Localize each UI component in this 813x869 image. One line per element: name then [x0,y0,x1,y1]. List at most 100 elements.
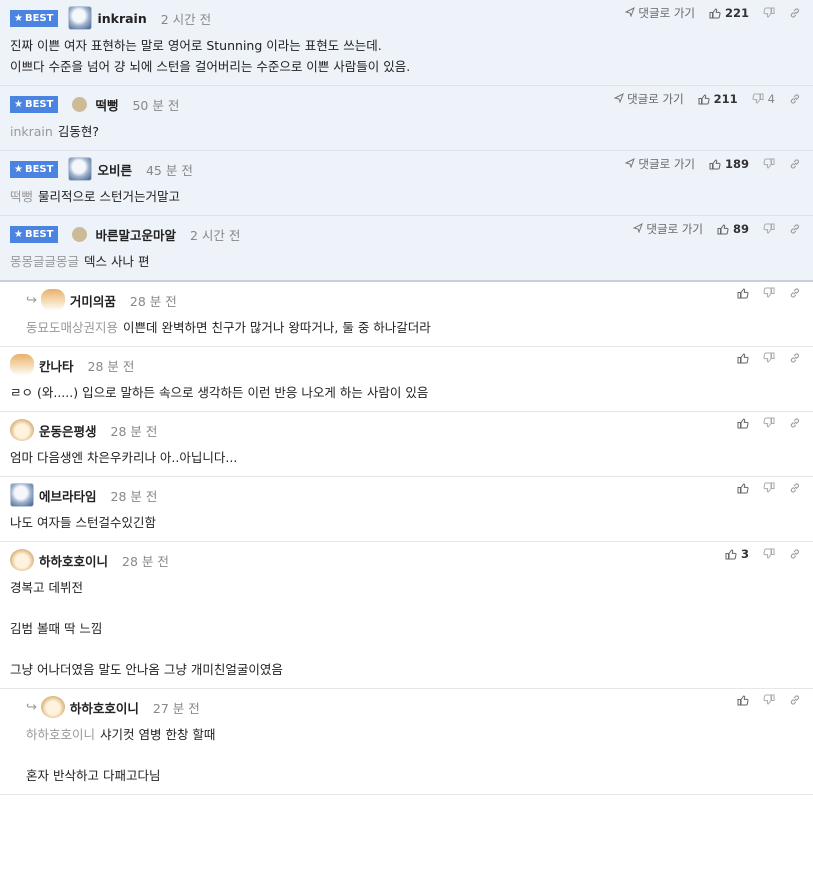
like-button[interactable]: 221 [709,6,749,20]
copy-link-button[interactable] [789,417,801,429]
comment-text: ㄹㅇ (와.....) 입으로 말하든 속으로 생각하든 이런 반응 나오게 하… [10,385,429,400]
dog-avatar[interactable] [40,696,65,718]
copy-link-button[interactable] [789,694,801,706]
user-nickname[interactable]: 하하호호이니 [70,698,139,717]
comment-line: ㄹㅇ (와.....) 입으로 말하든 속으로 생각하든 이런 반응 나오게 하… [10,382,803,403]
comment-item: 운동은평생 28 분 전 엄마 다음생엔 차은우카리나 아..아닙니다... [0,412,813,477]
copy-link-button[interactable] [789,93,801,105]
snow-avatar[interactable] [10,483,34,507]
comment-actions: 댓글로 가기 221 [624,5,801,21]
dislike-button[interactable] [763,352,775,364]
comment-time: 2 시간 전 [189,227,241,243]
comment-text: 엄마 다음생엔 차은우카리나 아..아닙니다... [10,450,238,465]
fox-avatar[interactable] [10,354,34,376]
like-count: 221 [724,6,749,20]
thumbs-up-icon [725,548,737,560]
mention-tag[interactable]: 몽몽글글몽글 [10,254,79,269]
comment-header: 칸나타 28 분 전 [10,354,803,376]
user-nickname[interactable]: 에브라타임 [39,486,97,505]
comment-header: ↪ 거미의꿈 28 분 전 [26,289,803,311]
comment-body: inkrain 김동현? [10,121,803,142]
comment-text: 진짜 이쁜 여자 표현하는 말로 영어로 Stunning 이라는 표현도 쓰는… [10,38,382,53]
like-button[interactable]: 89 [717,222,749,236]
dislike-button[interactable] [763,694,775,706]
goto-comment-link[interactable]: 댓글로 가기 [624,5,695,21]
thumbs-down-icon [763,694,775,706]
thumbs-up-icon [737,352,749,364]
thumbs-down-icon [763,7,775,19]
reply-arrow-icon: ↪ [26,699,37,715]
link-icon [789,158,801,170]
like-button[interactable] [737,287,749,299]
comment-item: 에브라타임 28 분 전 나도 여자들 스턴걸수있긴함 [0,477,813,542]
mention-tag[interactable]: 동묘도매상권지용 [26,320,118,335]
dislike-button[interactable] [763,158,775,170]
link-icon [789,548,801,560]
dislike-button[interactable] [763,287,775,299]
user-nickname[interactable]: 바른말고운마알 [95,225,176,244]
like-count: 3 [740,547,749,561]
comment-line: 김범 볼때 딱 느낌 [10,618,803,639]
dot-avatar[interactable] [72,226,88,242]
user-nickname[interactable]: 하하호호이니 [39,551,108,570]
mention-tag[interactable]: inkrain [10,124,53,139]
mention-tag[interactable]: 떡뻥 [10,189,33,204]
like-button[interactable] [737,482,749,494]
dislike-button[interactable]: 4 [752,92,775,106]
dislike-button[interactable] [763,223,775,235]
send-arrow-icon [632,222,646,236]
comment-line: 그냥 어나더였음 말도 안나옴 그냥 개미친얼굴이였음 [10,659,803,680]
best-label: BEST [24,98,54,110]
thumbs-down-icon [752,93,764,105]
thumbs-down-icon [763,482,775,494]
copy-link-button[interactable] [789,548,801,560]
like-button[interactable] [737,352,749,364]
like-button[interactable] [737,694,749,706]
thumbs-up-icon [737,694,749,706]
user-nickname[interactable]: inkrain [97,11,146,26]
dislike-button[interactable] [763,417,775,429]
goto-comment-label: 댓글로 가기 [646,222,703,236]
comment-text: 이쁜데 완벽하면 친구가 많거나 왕따거나, 둘 중 하나갈더라 [123,320,431,335]
comment-line: 하하호호이니 샤기컷 염병 한창 할때 [26,724,803,745]
thumbs-up-icon [709,7,721,19]
snow-avatar[interactable] [68,6,93,30]
star-icon: ★ [14,228,23,240]
user-nickname[interactable]: 운동은평생 [39,421,97,440]
mention-tag[interactable]: 하하호호이니 [26,727,95,742]
dislike-button[interactable] [763,482,775,494]
copy-link-button[interactable] [789,158,801,170]
comment-time: 2 시간 전 [160,11,212,27]
dog-avatar[interactable] [10,419,34,441]
thumbs-up-icon [698,93,710,105]
dislike-button[interactable] [763,7,775,19]
copy-link-button[interactable] [789,482,801,494]
dot-avatar[interactable] [72,96,88,112]
fox-avatar[interactable] [40,289,65,311]
snow-avatar[interactable] [68,157,93,181]
user-nickname[interactable]: 거미의꿈 [70,291,116,310]
comment-line: 나도 여자들 스턴걸수있긴함 [10,512,803,533]
dog-avatar[interactable] [10,549,34,571]
goto-comment-link[interactable]: 댓글로 가기 [613,91,684,107]
copy-link-button[interactable] [789,223,801,235]
dislike-button[interactable] [763,548,775,560]
like-button[interactable]: 211 [698,92,738,106]
user-nickname[interactable]: 떡뻥 [95,95,118,114]
copy-link-button[interactable] [789,287,801,299]
copy-link-button[interactable] [789,7,801,19]
goto-comment-link[interactable]: 댓글로 가기 [632,221,703,237]
user-nickname[interactable]: 칸나타 [39,356,74,375]
link-icon [789,417,801,429]
comment-line: 이쁘다 수준을 넘어 걍 뇌에 스턴을 걸어버리는 수준으로 이쁜 사람들이 있… [10,56,803,77]
copy-link-button[interactable] [789,352,801,364]
like-button[interactable]: 3 [725,547,749,561]
send-arrow-icon [624,157,638,171]
like-button[interactable]: 189 [709,157,749,171]
goto-comment-link[interactable]: 댓글로 가기 [624,156,695,172]
user-nickname[interactable]: 오비른 [97,160,132,179]
like-button[interactable] [737,417,749,429]
thumbs-up-icon [709,158,721,170]
